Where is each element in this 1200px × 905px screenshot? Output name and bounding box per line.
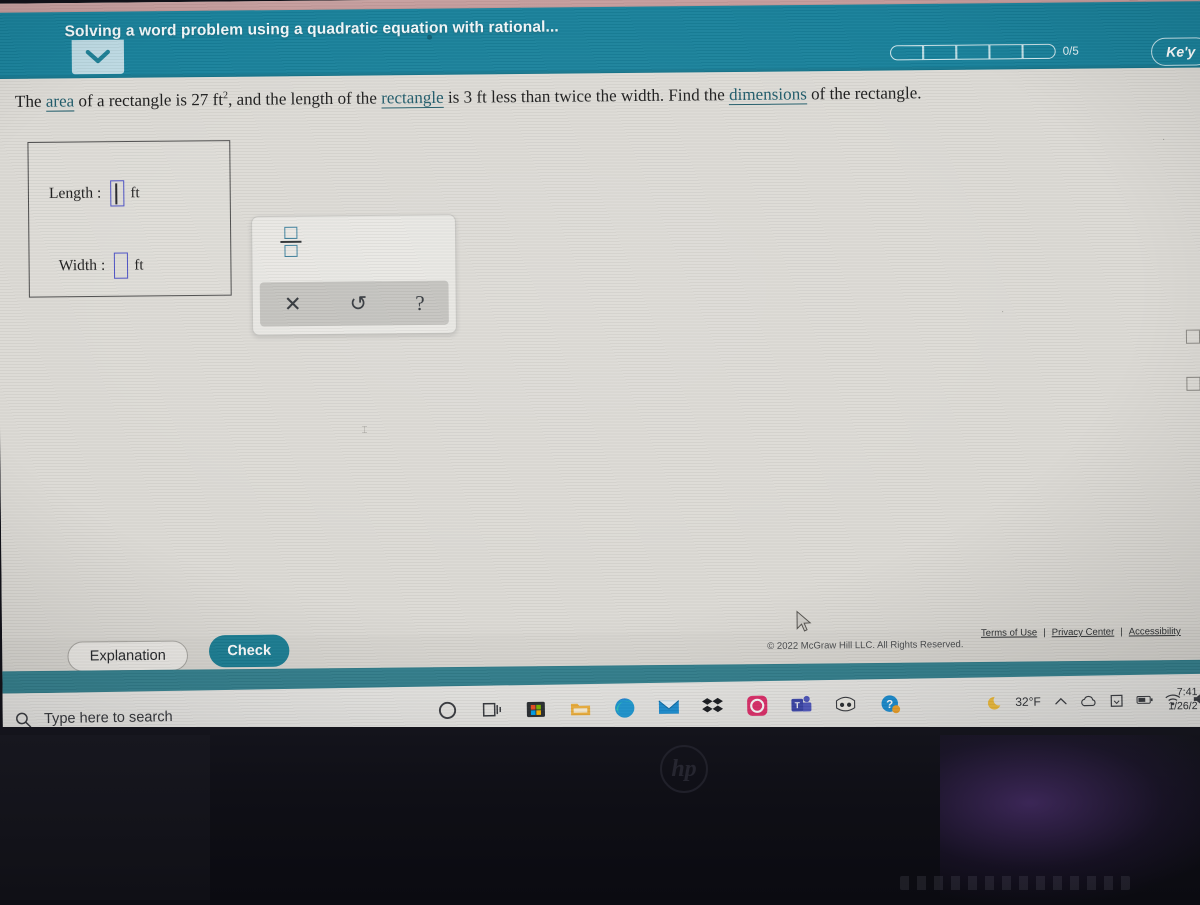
undo-button[interactable]: ↺ (349, 293, 367, 314)
collapse-panel-button[interactable] (72, 40, 125, 75)
bezel-left-shadow (0, 735, 210, 900)
microsoft-teams-icon[interactable]: T (788, 691, 815, 718)
length-row: Length : ft (49, 180, 140, 207)
moon-icon (987, 694, 1004, 711)
legal-links: Terms of Use | Privacy Center | Accessibilit… (981, 626, 1181, 639)
fraction-numerator-icon (284, 227, 297, 239)
accessibility-link[interactable]: Accessibility (1129, 626, 1181, 638)
width-row: Width : ft (59, 252, 144, 279)
instagram-icon[interactable] (743, 692, 770, 719)
clear-button[interactable]: ✕ (284, 294, 302, 315)
search-placeholder: Type here to search (44, 709, 173, 727)
fraction-button[interactable] (278, 227, 302, 257)
help-icon[interactable]: ? (876, 690, 903, 717)
weather-temperature[interactable]: 32°F (1015, 695, 1041, 709)
privacy-center-link[interactable]: Privacy Center (1052, 627, 1115, 639)
explanation-button[interactable]: Explanation (67, 640, 188, 671)
length-label: Length : (49, 184, 101, 203)
right-edge-icon-1[interactable] (1186, 330, 1200, 344)
taskbar-clock[interactable]: 7:41 1/26/2 (1168, 685, 1198, 714)
chevron-down-icon (85, 49, 111, 65)
chevron-up-icon[interactable] (1052, 693, 1069, 710)
answer-card: Length : ft Width : ft (27, 140, 231, 298)
app-icon[interactable] (832, 691, 859, 718)
legal-separator: | (1120, 626, 1123, 637)
problem-text-3: , and the length of the (228, 88, 381, 109)
glossary-link-area[interactable]: area (46, 91, 75, 111)
length-unit: ft (130, 185, 139, 202)
problem-panel: The area of a rectangle is 27 ft2, and t… (0, 65, 1200, 639)
page-artifact: · (1001, 306, 1004, 317)
fraction-bar-icon (280, 241, 301, 243)
progress-segment (1022, 44, 1055, 59)
microsoft-store-icon[interactable] (523, 696, 550, 723)
keyboard-edge (900, 876, 1130, 890)
laptop-screen: ✦ ◱ ⊞ Solving a word problem using a qua… (0, 0, 1200, 742)
laptop-photo: ✦ ◱ ⊞ Solving a word problem using a qua… (0, 0, 1200, 900)
progress-segment (890, 45, 923, 60)
title-bullet-artifact (427, 35, 432, 40)
problem-text-1: The (15, 92, 46, 111)
width-label: Width : (59, 257, 106, 276)
hp-logo: hp (660, 745, 708, 793)
progress-track (890, 44, 1056, 61)
taskbar-app-icons: T ? (434, 683, 902, 731)
help-button[interactable]: ? (415, 292, 425, 313)
task-view-icon[interactable] (478, 696, 505, 723)
problem-statement: The area of a rectangle is 27 ft2, and t… (15, 81, 1079, 114)
page-artifact: · (1162, 134, 1165, 145)
battery-icon[interactable] (1136, 691, 1153, 708)
problem-text-2: of a rectangle is 27 ft (74, 90, 223, 111)
progress-segment (989, 44, 1022, 59)
clock-time: 7:41 (1168, 685, 1197, 700)
copyright-text: © 2022 McGraw Hill LLC. All Rights Reser… (767, 639, 963, 652)
progress-segment (923, 45, 956, 60)
page-title: Solving a word problem using a quadratic… (64, 18, 558, 41)
onedrive-icon[interactable] (1108, 692, 1125, 709)
fraction-denominator-icon (284, 245, 297, 257)
clock-date: 1/26/2 (1168, 699, 1197, 714)
cloud-icon[interactable] (1080, 692, 1097, 709)
progress-meter: 0/5 (890, 44, 1079, 61)
progress-segment (956, 44, 989, 59)
check-button[interactable]: Check (209, 634, 290, 667)
progress-label: 0/5 (1063, 45, 1079, 57)
problem-text-4: is 3 ft less than twice the width. Find … (444, 85, 730, 107)
width-unit: ft (134, 257, 143, 274)
search-icon (15, 711, 32, 728)
right-edge-icon-2[interactable] (1186, 377, 1200, 391)
file-explorer-icon[interactable] (567, 695, 594, 722)
problem-text-5: of the rectangle. (807, 83, 922, 103)
math-palette-actions: ✕ ↺ ? (260, 281, 449, 327)
page-artifact: ⌶ (361, 425, 367, 436)
terms-of-use-link[interactable]: Terms of Use (981, 627, 1037, 639)
mail-icon[interactable] (655, 693, 682, 720)
dropbox-icon[interactable] (699, 693, 726, 720)
mouse-cursor (795, 610, 813, 634)
glossary-link-dimensions[interactable]: dimensions (729, 84, 807, 105)
account-button[interactable]: Ke'y (1151, 37, 1200, 66)
math-palette: ✕ ↺ ? (251, 214, 457, 335)
app-header: Solving a word problem using a quadratic… (0, 1, 1200, 79)
width-input[interactable] (114, 252, 128, 278)
legal-separator: | (1043, 627, 1046, 638)
glossary-link-rectangle[interactable]: rectangle (381, 88, 444, 109)
cortana-icon[interactable] (434, 697, 461, 724)
microsoft-edge-icon[interactable] (611, 694, 638, 721)
length-input[interactable] (110, 180, 124, 206)
